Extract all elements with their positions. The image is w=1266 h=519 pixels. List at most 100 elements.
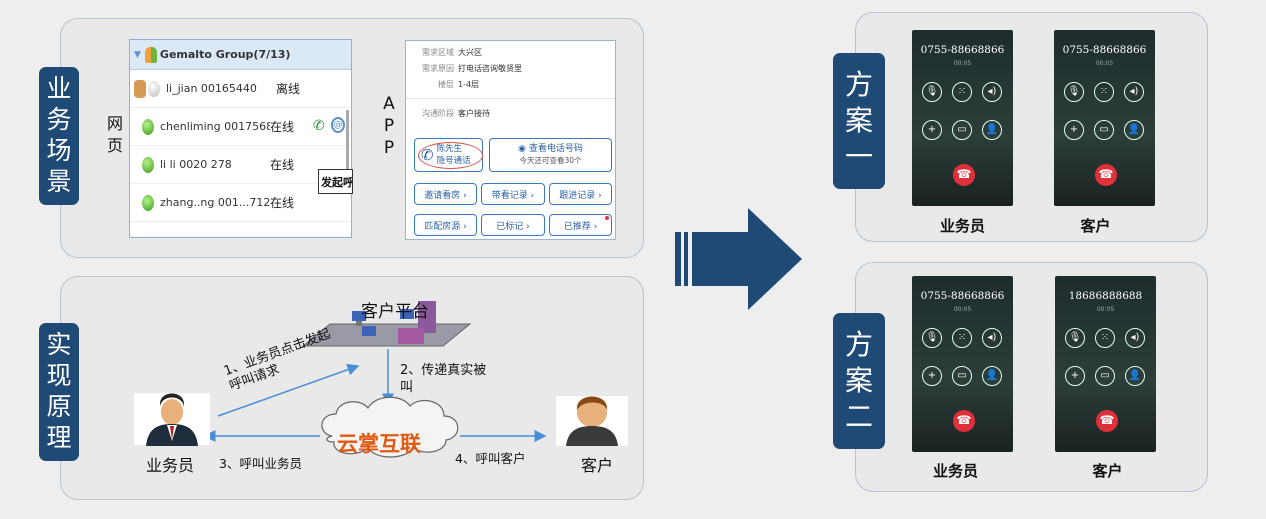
- divider: [406, 98, 615, 99]
- group-header[interactable]: ▼ Gemalto Group(7/13): [130, 40, 351, 70]
- contact-row[interactable]: chenliming 0017568 在线 ✆ @: [130, 108, 351, 146]
- mute-icon[interactable]: 🎙: [1065, 328, 1085, 348]
- plan2-customer-caption: 客户: [1092, 462, 1123, 480]
- facetime-icon[interactable]: ▭: [1094, 120, 1114, 140]
- phone-screen-customer: 18686888688 00:05 🎙 ⁙ ◂) + ▭ 👤 ☎: [1055, 276, 1156, 452]
- stage-key: 沟通阶段: [422, 108, 454, 118]
- contacts-icon[interactable]: 👤: [1124, 120, 1144, 140]
- contact-name: zhang..ng 001...712: [160, 196, 270, 209]
- speaker-icon[interactable]: ◂): [982, 328, 1002, 348]
- end-call-icon[interactable]: ☎: [1095, 164, 1117, 186]
- view-phone-label: 查看电话号码: [528, 144, 583, 154]
- keypad-icon[interactable]: ⁙: [952, 328, 972, 348]
- speaker-icon[interactable]: ◂): [1125, 328, 1145, 348]
- online-status-icon: [142, 118, 154, 135]
- notification-dot: [605, 216, 609, 220]
- contact-name: li_jian 00165440: [166, 82, 257, 95]
- customer-label: 客户: [581, 456, 614, 475]
- contact-name: chenliming 0017568: [160, 120, 270, 133]
- contact-row[interactable]: li_jian 00165440 离线: [130, 70, 351, 108]
- online-status-icon: [142, 156, 154, 173]
- highlight-ellipse: [418, 142, 483, 169]
- mute-icon[interactable]: 🎙: [922, 328, 942, 348]
- web-contact-list: ▼ Gemalto Group(7/13) li_jian 00165440 离…: [129, 39, 352, 238]
- avatar-icon: [134, 79, 146, 98]
- call-timer: 00:05: [1096, 306, 1115, 313]
- call-timer: 00:05: [953, 306, 972, 313]
- phone-screen-agent: 0755-88668866 00:05 🎙 ⁙ ◂) + ▭ 👤 ☎: [912, 276, 1013, 452]
- follow-record-button[interactable]: 跟进记录 ›: [549, 183, 612, 205]
- call-timer: 00:05: [953, 60, 972, 67]
- contact-status: 在线: [270, 196, 295, 210]
- keypad-icon[interactable]: ⁙: [952, 82, 972, 102]
- plan2-agent-caption: 业务员: [932, 462, 978, 480]
- phone-screen-agent: 0755-88668866 00:05 🎙 ⁙ ◂) + ▭ 👤 ☎: [912, 30, 1013, 206]
- reason-value: 打电话咨询敬贤里: [458, 63, 522, 73]
- email-icon[interactable]: @: [331, 117, 345, 133]
- contact-name: li li 0020 278: [160, 158, 232, 171]
- mute-icon[interactable]: 🎙: [1064, 82, 1084, 102]
- view-remain-label: 今天还可查看30个: [519, 156, 582, 165]
- phone-screen-customer: 0755-88668866 00:05 🎙 ⁙ ◂) + ▭ 👤 ☎: [1054, 30, 1155, 206]
- group-people-icon: [144, 46, 157, 63]
- contact-status: 离线: [276, 82, 301, 96]
- dialed-number: 0755-88668866: [920, 44, 1005, 56]
- add-call-icon[interactable]: +: [922, 120, 942, 140]
- contact-status: 在线: [270, 120, 295, 134]
- call-timer: 00:05: [1095, 60, 1114, 67]
- phone-icon[interactable]: ✆: [313, 118, 325, 134]
- facetime-icon[interactable]: ▭: [952, 366, 972, 386]
- end-call-icon[interactable]: ☎: [953, 164, 975, 186]
- marked-button[interactable]: 已标记 ›: [481, 214, 545, 236]
- end-call-icon[interactable]: ☎: [1096, 410, 1118, 432]
- online-status-icon: [142, 194, 154, 211]
- keypad-icon[interactable]: ⁙: [1094, 82, 1114, 102]
- speaker-icon[interactable]: ◂): [1124, 82, 1144, 102]
- match-listing-button[interactable]: 匹配房源 ›: [414, 214, 477, 236]
- scrollbar[interactable]: [346, 110, 349, 170]
- contact-status: 在线: [270, 158, 295, 172]
- plan1-label: 方案一: [833, 53, 885, 189]
- reason-key: 需求原因: [422, 63, 454, 73]
- floor-key: 楼层: [438, 79, 454, 89]
- web-label: 网页: [106, 114, 123, 155]
- step2-label: 2、传递真实被叫: [400, 363, 487, 395]
- contacts-icon[interactable]: 👤: [1125, 366, 1145, 386]
- keypad-icon[interactable]: ⁙: [1095, 328, 1115, 348]
- dialed-number: 0755-88668866: [920, 290, 1005, 302]
- expand-triangle-icon[interactable]: ▼: [134, 50, 141, 60]
- viewing-record-button[interactable]: 带看记录 ›: [481, 183, 545, 205]
- plan1-agent-caption: 业务员: [939, 217, 985, 235]
- step4-label: 4、呼叫客户: [455, 451, 526, 466]
- area-key: 需求区域: [422, 47, 454, 57]
- area-line: 需求区域 大兴区: [414, 44, 607, 60]
- area-value: 大兴区: [458, 47, 482, 57]
- add-call-icon[interactable]: +: [1064, 120, 1084, 140]
- view-phone-button[interactable]: ◉ 查看电话号码 今天还可查看30个: [489, 138, 612, 172]
- dialed-number: 0755-88668866: [1062, 44, 1147, 56]
- contacts-icon[interactable]: 👤: [982, 366, 1002, 386]
- scenario-label: 业务场景: [39, 67, 79, 205]
- cloud-label: 云掌互联: [337, 432, 421, 456]
- mute-icon[interactable]: 🎙: [922, 82, 942, 102]
- customer-avatar-icon: [556, 396, 628, 446]
- facetime-icon[interactable]: ▭: [1095, 366, 1115, 386]
- platform-title: 客户平台: [361, 302, 429, 322]
- plan1-customer-caption: 客户: [1080, 217, 1111, 235]
- reason-line: 需求原因 打电话咨询敬贤里: [414, 60, 607, 76]
- call-popup-button[interactable]: 发起呼叫: [318, 169, 353, 194]
- facetime-icon[interactable]: ▭: [952, 120, 972, 140]
- recommended-button[interactable]: 已推荐 ›: [549, 214, 612, 236]
- add-call-icon[interactable]: +: [1065, 366, 1085, 386]
- add-call-icon[interactable]: +: [922, 366, 942, 386]
- stage-line: 沟通阶段 客户接待: [414, 105, 607, 121]
- plan2-label: 方案二: [833, 313, 885, 449]
- contacts-icon[interactable]: 👤: [982, 120, 1002, 140]
- end-call-icon[interactable]: ☎: [953, 410, 975, 432]
- plan1-panel: [855, 12, 1208, 242]
- invite-viewing-button[interactable]: 邀请看房 ›: [414, 183, 477, 205]
- group-name: Gemalto Group(7/13): [159, 48, 291, 61]
- principle-diagram: [134, 301, 628, 458]
- eye-icon: ◉: [518, 144, 529, 154]
- speaker-icon[interactable]: ◂): [982, 82, 1002, 102]
